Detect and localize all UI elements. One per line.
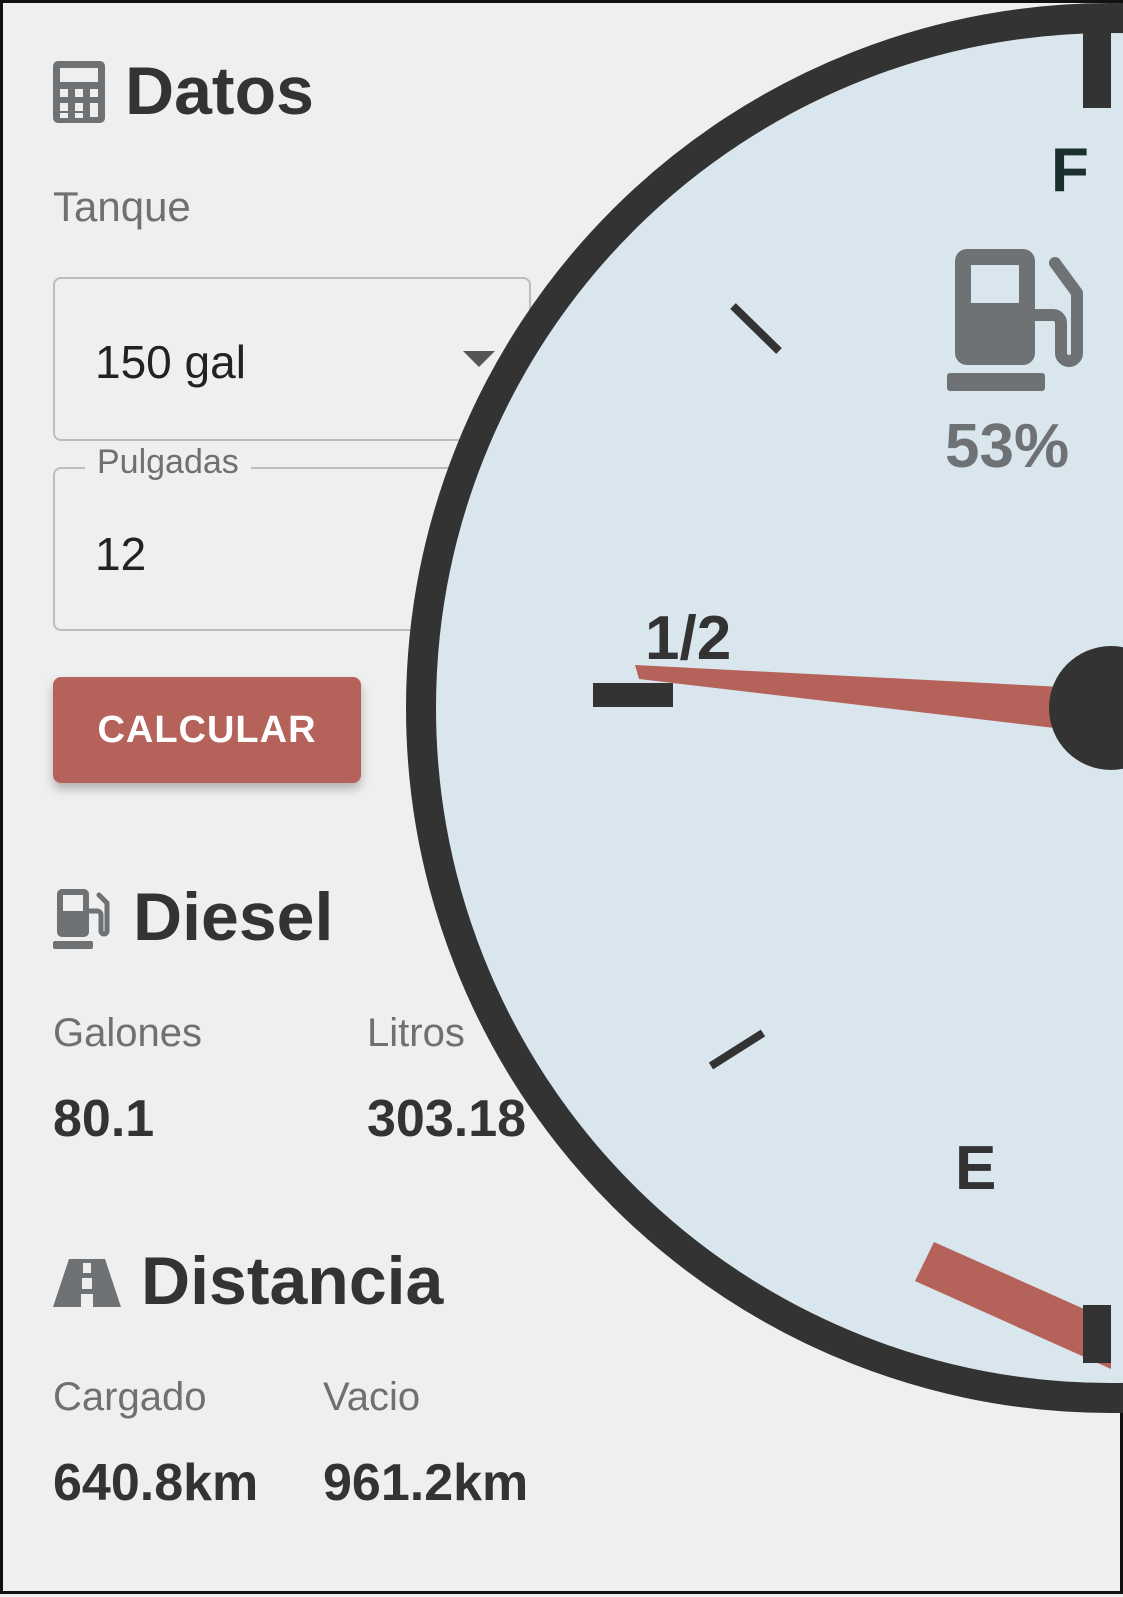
tick-empty <box>1083 1305 1111 1363</box>
gauge-empty-label: E <box>955 1134 996 1203</box>
gauge-half-label: 1/2 <box>645 604 731 673</box>
gauge-percent: 53% <box>945 412 1069 481</box>
tick-full <box>1083 18 1111 108</box>
fuel-gauge: F 1/2 E 53% <box>406 3 1123 1413</box>
gauge-full-label: F <box>1051 136 1089 205</box>
tick-half <box>593 683 673 707</box>
